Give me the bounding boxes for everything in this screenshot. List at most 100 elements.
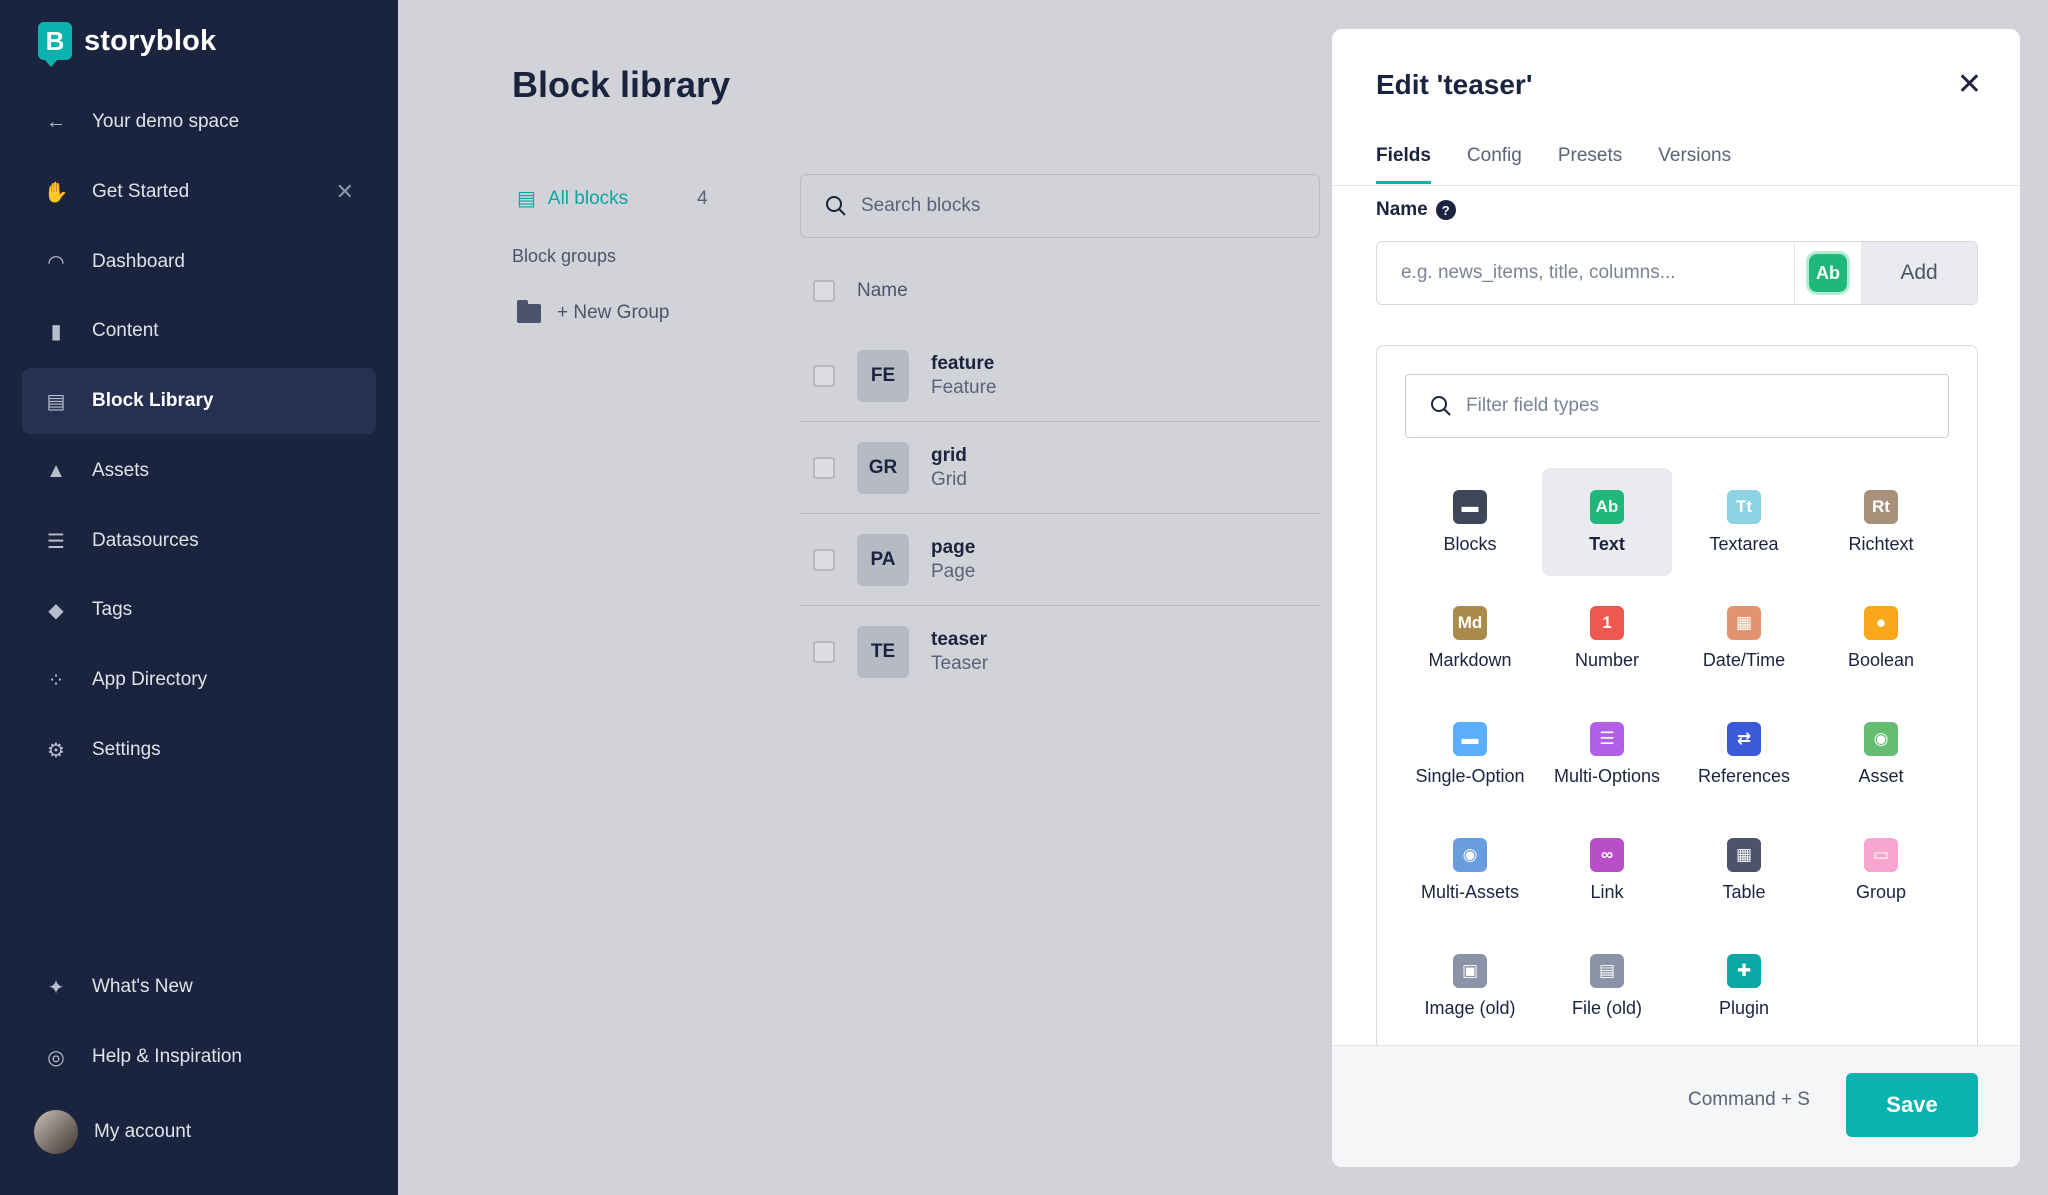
sidebar-item-get-started[interactable]: ✋ Get Started ✕: [22, 159, 376, 225]
sidebar-item-app-directory[interactable]: ⁘ App Directory: [22, 647, 376, 713]
sidebar-item-label: Content: [92, 320, 159, 341]
block-display-name: Grid: [931, 468, 967, 490]
sidebar-item-dashboard[interactable]: ◠ Dashboard: [22, 229, 376, 295]
field-type-label: Number: [1574, 649, 1640, 670]
search-icon: [1431, 396, 1451, 416]
storyblok-logo[interactable]: B storyblok: [38, 22, 216, 67]
field-type-button[interactable]: Ab: [1809, 254, 1847, 292]
hand-icon: ✋: [43, 181, 69, 204]
field-type-label: Asset: [1858, 765, 1904, 786]
search-blocks-input[interactable]: Search blocks: [800, 174, 1320, 238]
field-type-multi-options[interactable]: ☰ Multi-Options: [1542, 700, 1672, 808]
lifebuoy-icon: ◎: [47, 1046, 65, 1069]
close-icon[interactable]: ✕: [336, 179, 354, 205]
panel-tabs: Fields Config Presets Versions: [1376, 145, 1731, 184]
field-type-number[interactable]: 1 Number: [1542, 584, 1672, 692]
block-display-name: Feature: [931, 376, 997, 398]
references-icon: ⇄: [1727, 721, 1761, 756]
image-old-icon: ▣: [1453, 953, 1487, 988]
field-type-link[interactable]: ∞ Link: [1542, 816, 1672, 924]
textarea-icon: Tt: [1727, 489, 1761, 524]
field-type-text[interactable]: Ab Text: [1542, 468, 1672, 576]
field-type-image-old[interactable]: ▣ Image (old): [1405, 932, 1535, 1040]
filter-field-types-input[interactable]: Filter field types: [1405, 374, 1949, 438]
row-checkbox[interactable]: [813, 364, 835, 387]
field-type-date-time[interactable]: ▦ Date/Time: [1679, 584, 1809, 692]
sidebar-item-block-library[interactable]: ▤ Block Library: [22, 368, 376, 434]
tab-versions[interactable]: Versions: [1658, 145, 1731, 184]
field-type-label: Boolean: [1847, 649, 1915, 670]
field-type-file-old[interactable]: ▤ File (old): [1542, 932, 1672, 1040]
sidebar-item-my-account[interactable]: My account: [22, 1099, 376, 1165]
sidebar-item-label: Assets: [92, 460, 150, 481]
row-checkbox[interactable]: [813, 548, 835, 571]
row-checkbox[interactable]: [813, 456, 835, 479]
field-type-label: Textarea: [1709, 533, 1779, 554]
block-library-icon: ▤: [517, 188, 536, 210]
block-badge: TE: [857, 626, 909, 678]
save-button[interactable]: Save: [1846, 1073, 1978, 1137]
table-header: Name: [813, 280, 908, 302]
field-name-input[interactable]: [1377, 242, 1795, 304]
sidebar-item-back-to-space[interactable]: ← Your demo space: [22, 89, 376, 155]
datasources-icon: ☰: [47, 530, 65, 553]
blocks-icon: ▬: [1453, 489, 1487, 524]
date-time-icon: ▦: [1727, 605, 1761, 640]
field-type-blocks[interactable]: ▬ Blocks: [1405, 468, 1535, 576]
tab-presets[interactable]: Presets: [1558, 145, 1622, 184]
tab-config[interactable]: Config: [1467, 145, 1522, 184]
field-type-label: Link: [1590, 881, 1624, 902]
field-type-label: Blocks: [1443, 533, 1497, 554]
sidebar-item-label: Settings: [92, 739, 161, 760]
help-icon[interactable]: ?: [1435, 200, 1456, 220]
field-type-references[interactable]: ⇄ References: [1679, 700, 1809, 808]
single-option-icon: ▬: [1453, 721, 1487, 756]
close-icon[interactable]: ✕: [1957, 67, 1982, 102]
field-type-richtext[interactable]: Rt Richtext: [1816, 468, 1946, 576]
tab-fields[interactable]: Fields: [1376, 145, 1431, 184]
field-type-group[interactable]: ▭ Group: [1816, 816, 1946, 924]
field-type-label: Markdown: [1428, 649, 1512, 670]
new-group-button[interactable]: + New Group: [517, 299, 669, 324]
table-row[interactable]: GR grid Grid: [800, 422, 1320, 514]
table-row[interactable]: FE feature Feature: [800, 330, 1320, 422]
field-type-label: File (old): [1571, 997, 1642, 1018]
sidebar-item-help[interactable]: ◎ Help & Inspiration: [22, 1024, 376, 1090]
sidebar-item-content[interactable]: ▮ Content: [22, 298, 376, 364]
field-type-single-option[interactable]: ▬ Single-Option: [1405, 700, 1535, 808]
row-checkbox[interactable]: [813, 641, 835, 663]
select-all-checkbox[interactable]: [813, 280, 835, 302]
field-type-label: Single-Option: [1415, 765, 1525, 786]
add-field-button[interactable]: Add: [1861, 242, 1977, 304]
field-type-textarea[interactable]: Tt Textarea: [1679, 468, 1809, 576]
sidebar-item-settings[interactable]: ⚙ Settings: [22, 717, 376, 783]
sidebar-item-label: App Directory: [92, 669, 208, 690]
sidebar-item-tags[interactable]: ◆ Tags: [22, 577, 376, 643]
sidebar-item-label: Tags: [92, 599, 133, 620]
field-type-boolean[interactable]: ● Boolean: [1816, 584, 1946, 692]
field-type-multi-assets[interactable]: ◉ Multi-Assets: [1405, 816, 1535, 924]
all-blocks-filter[interactable]: ▤ All blocks 4: [517, 186, 708, 211]
sidebar-item-label: Get Started: [92, 181, 190, 202]
boolean-icon: ●: [1864, 605, 1898, 640]
sidebar-item-assets[interactable]: ▲ Assets: [22, 438, 376, 504]
sidebar: B storyblok ← Your demo space ✋ Get Star…: [0, 0, 398, 1195]
field-type-label: Richtext: [1848, 533, 1914, 554]
plugin-icon: ✚: [1727, 953, 1761, 988]
field-type-markdown[interactable]: Md Markdown: [1405, 584, 1535, 692]
block-display-name: Page: [931, 560, 976, 582]
field-type-plugin[interactable]: ✚ Plugin: [1679, 932, 1809, 1040]
field-type-label: Multi-Options: [1553, 765, 1661, 786]
table-row[interactable]: PA page Page: [800, 514, 1320, 606]
dashboard-icon: ◠: [47, 251, 65, 274]
text-icon: Ab: [1590, 489, 1624, 524]
sidebar-item-datasources[interactable]: ☰ Datasources: [22, 508, 376, 574]
save-shortcut-hint: Command + S: [1688, 1089, 1810, 1110]
sidebar-item-whats-new[interactable]: ✦ What's New: [22, 954, 376, 1020]
field-type-table[interactable]: ▦ Table: [1679, 816, 1809, 924]
block-groups-heading: Block groups: [512, 246, 617, 266]
field-type-asset[interactable]: ◉ Asset: [1816, 700, 1946, 808]
sidebar-item-label: Your demo space: [92, 111, 240, 132]
logo-mark-icon: B: [38, 22, 72, 67]
table-row[interactable]: TE teaser Teaser: [800, 606, 1320, 698]
